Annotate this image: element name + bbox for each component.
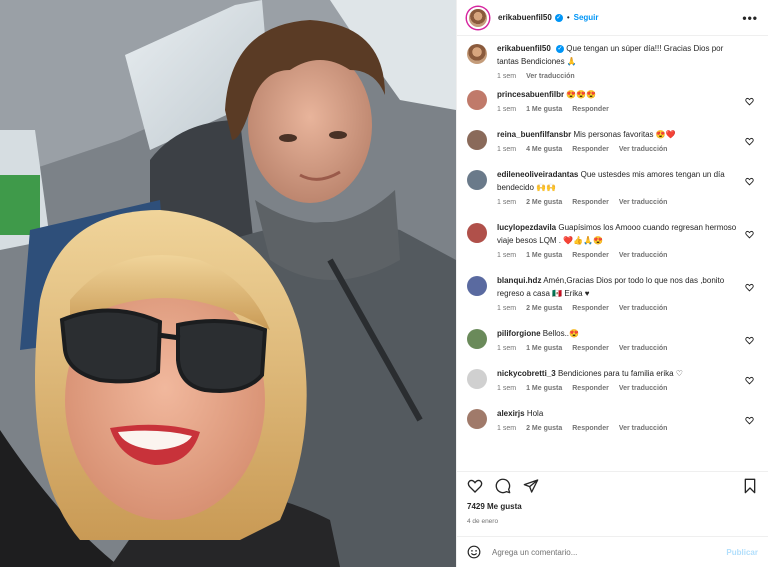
comment-username[interactable]: reina_buenfilfansbr [497,130,571,139]
comment-username[interactable]: blanqui.hdz [497,276,541,285]
commenter-avatar[interactable] [467,223,487,243]
translate-link[interactable]: Ver traducción [619,345,668,352]
comments-list[interactable]: erikabuenfil50 ✓ Que tengan un súper día… [457,36,768,471]
comment-username[interactable]: princesabuenfilbr [497,90,564,99]
verified-icon: ✓ [554,13,563,22]
comment-username[interactable]: lucylopezdavila [497,223,556,232]
comment-likes[interactable]: 1 Me gusta [526,252,562,259]
author-avatar[interactable] [467,6,489,29]
author-username[interactable]: erikabuenfil50 [498,13,552,22]
reply-button[interactable]: Responder [572,106,609,113]
comment-item: princesabuenfilbr 😍😍😍 1 sem 1 Me gusta Resp… [467,88,758,128]
comment-likes[interactable]: 4 Me gusta [526,146,562,153]
share-icon[interactable] [523,478,539,494]
comment-input[interactable] [490,546,727,558]
comment-item: lucylopezdavila Guapísimos los Amooo cua… [467,221,758,274]
comment-time[interactable]: 1 sem [497,305,516,312]
comment-username[interactable]: edileneoliveiradantas [497,170,578,179]
comment-username[interactable]: nickycobretti_3 [497,369,556,378]
reply-button[interactable]: Responder [572,305,609,312]
commenter-avatar[interactable] [467,276,487,296]
comment-time[interactable]: 1 sem [497,425,516,432]
commenter-avatar[interactable] [467,90,487,110]
reply-button[interactable]: Responder [572,425,609,432]
heart-icon[interactable] [745,283,754,292]
heart-icon[interactable] [467,478,483,494]
reply-button[interactable]: Responder [572,385,609,392]
caption-time[interactable]: 1 sem [497,73,516,80]
heart-icon[interactable] [745,97,754,106]
comment-text: Bendiciones para tu familia erika ♡ [557,369,683,378]
follow-button[interactable]: Seguir [574,13,599,22]
verified-icon: ✓ [556,44,565,53]
post-date[interactable]: 4 de enero [457,516,768,536]
heart-icon[interactable] [745,177,754,186]
comment-text: 😍😍😍 [566,90,597,99]
comment-text: Mis personas favoritas 😍❤️ [573,130,676,139]
comment-time[interactable]: 1 sem [497,385,516,392]
comment-likes[interactable]: 2 Me gusta [526,305,562,312]
publish-button[interactable]: Publicar [726,548,758,557]
bookmark-icon[interactable] [742,478,758,494]
translate-link[interactable]: Ver traducción [619,305,668,312]
commenter-avatar[interactable] [467,329,487,349]
comment-likes[interactable]: 2 Me gusta [526,199,562,206]
comment-time[interactable]: 1 sem [497,106,516,113]
selfie-image [0,0,456,567]
heart-icon[interactable] [745,230,754,239]
comment-username[interactable]: piliforgione [497,329,541,338]
comment-time[interactable]: 1 sem [497,199,516,206]
heart-icon[interactable] [745,137,754,146]
heart-icon[interactable] [745,336,754,345]
comment-text: Hola [526,409,544,418]
heart-icon[interactable] [745,376,754,385]
reply-button[interactable]: Responder [572,345,609,352]
comment-item: alexirjs Hola 1 sem 2 Me gusta Responder Ver… [467,407,758,447]
likes-count[interactable]: 7429 Me gusta [457,499,768,516]
more-icon[interactable]: ••• [742,11,758,25]
comment-icon[interactable] [495,478,511,494]
comment-likes[interactable]: 2 Me gusta [526,425,562,432]
comment-time[interactable]: 1 sem [497,252,516,259]
caption-translate-link[interactable]: Ver traducción [526,73,575,80]
caption-avatar[interactable] [467,44,487,64]
post-header: erikabuenfil50 ✓ • Seguir ••• [457,0,768,36]
commenter-avatar[interactable] [467,409,487,429]
comment-item: blanqui.hdz Amén,Gracias Dios por todo l… [467,274,758,327]
add-comment-bar: Publicar [457,536,768,567]
translate-link[interactable]: Ver traducción [619,425,668,432]
translate-link[interactable]: Ver traducción [619,385,668,392]
separator-dot: • [566,13,570,22]
translate-link[interactable]: Ver traducción [619,146,668,153]
caption-username[interactable]: erikabuenfil50 [497,44,551,53]
comment-item: nickycobretti_3 Bendiciones para tu fami… [467,367,758,407]
post-side-panel: erikabuenfil50 ✓ • Seguir ••• erikabuenf… [456,0,768,567]
commenter-avatar[interactable] [467,369,487,389]
comment-item: reina_buenfilfansbr Mis personas favorit… [467,128,758,168]
comment-text: Bellos..😍 [542,329,579,338]
caption: erikabuenfil50 ✓ Que tengan un súper día… [467,42,758,88]
comment-username[interactable]: alexirjs [497,409,525,418]
comment-likes[interactable]: 1 Me gusta [526,106,562,113]
reply-button[interactable]: Responder [572,199,609,206]
translate-link[interactable]: Ver traducción [619,252,668,259]
emoji-icon[interactable] [467,545,481,559]
translate-link[interactable]: Ver traducción [619,199,668,206]
instagram-post: erikabuenfil50 ✓ • Seguir ••• erikabuenf… [0,0,768,567]
commenter-avatar[interactable] [467,170,487,190]
heart-icon[interactable] [745,416,754,425]
comment-likes[interactable]: 1 Me gusta [526,345,562,352]
post-photo[interactable] [0,0,456,567]
comment-time[interactable]: 1 sem [497,146,516,153]
reply-button[interactable]: Responder [572,146,609,153]
comment-time[interactable]: 1 sem [497,345,516,352]
comment-item: edileneoliveiradantas Que ustesdes mis a… [467,168,758,221]
reply-button[interactable]: Responder [572,252,609,259]
comment-item: piliforgione Bellos..😍 1 sem 1 Me gusta Res… [467,327,758,367]
action-bar [457,471,768,499]
comment-likes[interactable]: 1 Me gusta [526,385,562,392]
commenter-avatar[interactable] [467,130,487,150]
